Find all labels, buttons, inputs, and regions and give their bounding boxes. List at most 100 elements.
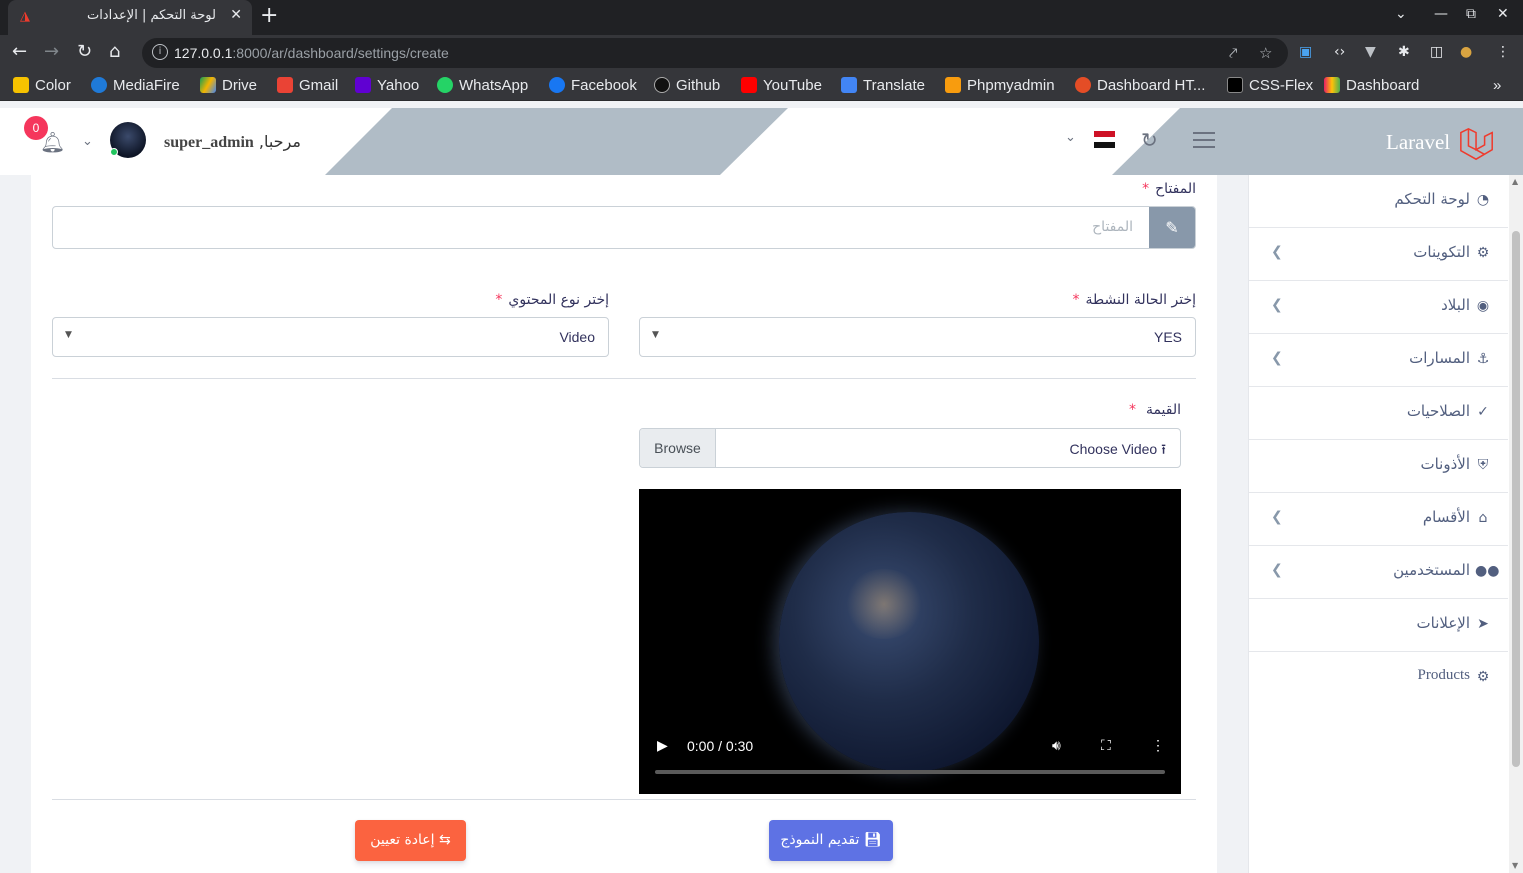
- bookmark-translate[interactable]: Translate: [841, 77, 925, 94]
- page-scrollbar[interactable]: ▲ ▼: [1509, 175, 1523, 873]
- egypt-flag-icon[interactable]: [1094, 131, 1115, 148]
- refresh-arrows-icon: ⇆: [439, 832, 451, 848]
- bookmark-dashboard[interactable]: Dashboard: [1324, 77, 1419, 94]
- globe-icon: ◉: [1476, 298, 1490, 314]
- bookmark-facebook[interactable]: Facebook: [549, 77, 637, 94]
- divider: [52, 799, 1196, 800]
- sidebar-item-sections[interactable]: ⌂ الأقسام ❮: [1249, 493, 1508, 546]
- submit-button[interactable]: 💾︎ تقديم النموذج: [769, 820, 893, 861]
- chevron-left-icon: ❮: [1271, 297, 1283, 313]
- fullscreen-icon[interactable]: ⛶: [1101, 737, 1111, 754]
- address-bar[interactable]: i 127.0.0.1:8000/ar/dashboard/settings/c…: [142, 38, 1288, 68]
- share-icon[interactable]: ⤤: [1229, 44, 1237, 62]
- settings-form-card: المفتاح* ✎ المفتاح إختر الحالة النشطة* Y…: [31, 175, 1217, 873]
- key-input[interactable]: المفتاح: [1092, 219, 1133, 235]
- sidebar-item-countries[interactable]: ◉ البلاد ❮: [1249, 281, 1508, 334]
- bookmark-color[interactable]: Color: [13, 77, 71, 94]
- cogs-icon: ⚙: [1476, 669, 1490, 685]
- scroll-up-icon[interactable]: ▲: [1512, 177, 1518, 186]
- bookmark-star-icon[interactable]: ☆: [1259, 44, 1272, 62]
- volume-icon[interactable]: 🔊︎: [1052, 737, 1061, 754]
- scroll-down-icon[interactable]: ▼: [1512, 861, 1518, 870]
- minimize-icon[interactable]: —: [1434, 6, 1448, 22]
- upload-icon: ⭱: [1161, 441, 1166, 457]
- bookmark-gmail[interactable]: Gmail: [277, 77, 338, 94]
- laravel-favicon-icon: ◮: [20, 9, 30, 24]
- brand-name[interactable]: Laravel: [1386, 130, 1450, 155]
- sidebar-item-roles[interactable]: ✓ الصلاحيات: [1249, 387, 1508, 440]
- anchor-icon: ⚓: [1476, 351, 1490, 367]
- sidebar-item-ads[interactable]: ➤ الإعلانات: [1249, 599, 1508, 652]
- video-frame-earth: [779, 512, 1039, 772]
- sidebar-item-dashboard[interactable]: ◔ لوحة التحكم: [1249, 175, 1508, 228]
- sidebar-item-products[interactable]: ⚙ Products: [1249, 652, 1508, 705]
- sidebar-item-users[interactable]: ●● المستخدمين ❮: [1249, 546, 1508, 599]
- site-info-icon[interactable]: i: [152, 44, 168, 60]
- video-file-input[interactable]: Browse Choose Video ⭱: [639, 428, 1181, 468]
- play-icon[interactable]: ▶: [657, 737, 668, 754]
- bookmark-drive[interactable]: Drive: [200, 77, 257, 94]
- url-text: 127.0.0.1:8000/ar/dashboard/settings/cre…: [174, 45, 449, 61]
- browse-button[interactable]: Browse: [640, 429, 716, 467]
- bookmark-phpmyadmin[interactable]: Phpmyadmin: [945, 77, 1055, 94]
- user-menu-chevron-icon[interactable]: ⌄: [82, 134, 93, 149]
- restore-icon[interactable]: ⧉: [1466, 6, 1476, 22]
- bullhorn-icon: ➤: [1477, 616, 1489, 632]
- content-type-select[interactable]: Video ▼: [52, 317, 609, 357]
- tab-search-icon[interactable]: ⌄: [1395, 6, 1407, 22]
- reset-button[interactable]: ⇆ إعادة تعيين: [355, 820, 466, 861]
- home-icon: ⌂: [1478, 510, 1488, 526]
- reload-icon[interactable]: ↻: [77, 41, 92, 63]
- video-progress-bar[interactable]: [655, 770, 1165, 774]
- tab-title: لوحة التحكم | الإعدادات: [86, 8, 216, 23]
- bookmark-css-flex[interactable]: CSS-Flex: [1227, 77, 1313, 94]
- key-input-group[interactable]: ✎ المفتاح: [52, 206, 1196, 249]
- browser-menu-icon[interactable]: ⋮: [1496, 44, 1510, 60]
- browser-tab[interactable]: ◮ لوحة التحكم | الإعدادات ✕: [8, 0, 252, 35]
- new-tab-icon[interactable]: +: [260, 4, 278, 28]
- video-options-icon[interactable]: ⋮: [1151, 737, 1165, 754]
- laravel-logo-icon[interactable]: [1458, 125, 1496, 163]
- video-player[interactable]: ▶ 0:00 / 0:30 🔊︎ ⛶ ⋮: [639, 489, 1181, 794]
- menu-toggle-icon[interactable]: [1193, 132, 1215, 153]
- online-status-dot: [110, 148, 118, 156]
- value-label: القيمة*: [1128, 402, 1181, 418]
- extensions-puzzle-icon[interactable]: ✱: [1398, 44, 1410, 60]
- dashboard-icon: ◔: [1476, 192, 1490, 208]
- file-input-label: Choose Video ⭱: [1069, 441, 1167, 457]
- extension-fi-icon[interactable]: ▣: [1299, 44, 1312, 60]
- select-arrow-icon: ▼: [652, 330, 659, 340]
- refresh-icon[interactable]: ↻: [1141, 128, 1158, 152]
- close-tab-icon[interactable]: ✕: [230, 7, 242, 23]
- extension-code-icon[interactable]: ‹›: [1334, 44, 1345, 60]
- profile-avatar-icon[interactable]: ●: [1460, 44, 1472, 60]
- language-chevron-icon[interactable]: ⌄: [1065, 130, 1076, 145]
- forward-icon[interactable]: →: [44, 41, 59, 63]
- app-header: Laravel ↻ ⌄ مرحبا, super_admin ⌄ 🔔︎ 0: [0, 108, 1523, 175]
- bookmark-mediafire[interactable]: MediaFire: [91, 77, 180, 94]
- bookmark-yahoo[interactable]: Yahoo: [355, 77, 419, 94]
- sidebar-item-configurations[interactable]: ⚙ التكوينات ❮: [1249, 228, 1508, 281]
- close-window-icon[interactable]: ✕: [1497, 6, 1509, 22]
- users-icon: ●●: [1475, 563, 1500, 579]
- back-icon[interactable]: ←: [12, 41, 27, 63]
- video-frame-city-lights: [844, 569, 924, 639]
- sidebar-item-permissions[interactable]: ⛨ الأذونات: [1249, 440, 1508, 493]
- extension-vue-icon[interactable]: ▼: [1365, 44, 1376, 60]
- save-icon: 💾︎: [863, 832, 882, 848]
- bookmark-whatsapp[interactable]: WhatsApp: [437, 77, 528, 94]
- bookmark-dashboard-html[interactable]: Dashboard HT...: [1075, 77, 1205, 94]
- shield-icon: ⛨: [1477, 457, 1489, 473]
- video-time: 0:00 / 0:30: [687, 738, 754, 754]
- side-panel-icon[interactable]: ◫: [1430, 44, 1443, 60]
- active-status-select[interactable]: YES ▼: [639, 317, 1196, 357]
- sidebar-item-routes[interactable]: ⚓ المسارات ❮: [1249, 334, 1508, 387]
- notification-badge: 0: [24, 116, 48, 140]
- bookmark-github[interactable]: Github: [654, 77, 720, 94]
- more-bookmarks-icon[interactable]: »: [1493, 77, 1501, 94]
- scroll-thumb[interactable]: [1512, 231, 1520, 767]
- home-icon[interactable]: ⌂: [109, 41, 120, 63]
- cogs-icon: ⚙: [1476, 245, 1490, 261]
- bookmark-youtube[interactable]: YouTube: [741, 77, 822, 94]
- content-type-label: إختر نوع المحتوي*: [495, 292, 609, 308]
